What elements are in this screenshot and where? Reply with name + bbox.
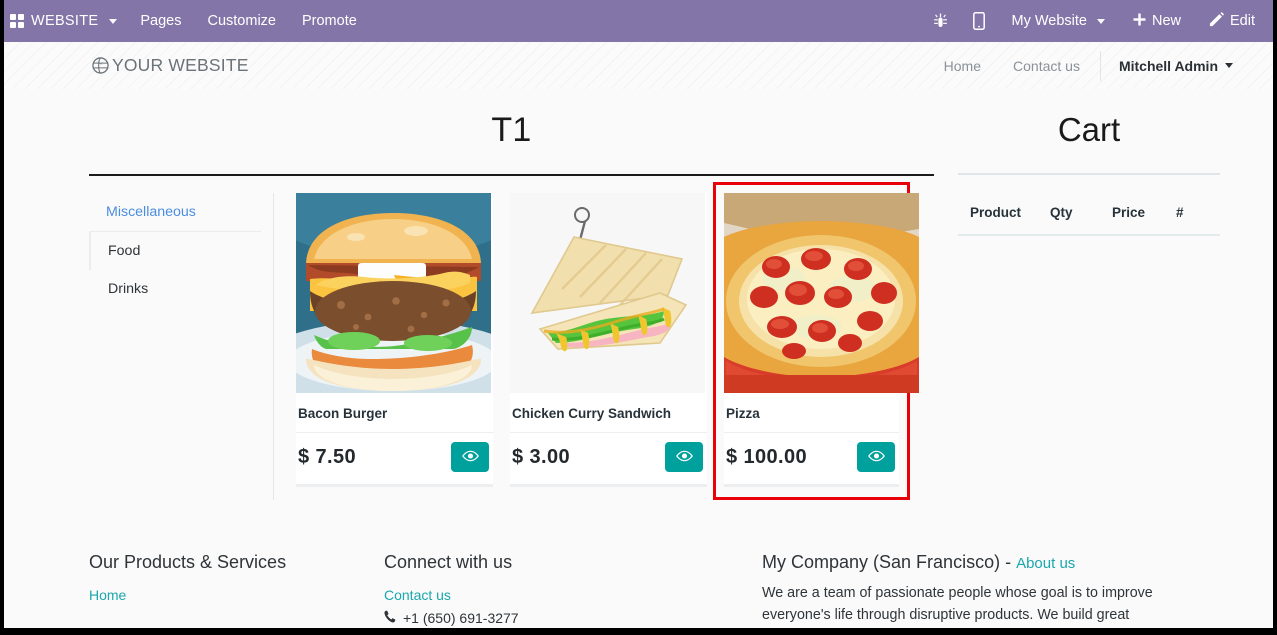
footer-heading: Our Products & Services bbox=[89, 552, 287, 572]
footer-heading-separator: - bbox=[1000, 552, 1017, 572]
plus-icon bbox=[1133, 13, 1146, 30]
menu-customize[interactable]: Customize bbox=[194, 0, 289, 42]
page-title: T1 bbox=[491, 111, 532, 149]
column-qty: Qty bbox=[1050, 205, 1073, 220]
footer-products-services: Our Products & Services Home bbox=[4, 552, 384, 628]
product-price: $ 3.00 bbox=[512, 445, 571, 468]
category-miscellaneous[interactable]: Miscellaneous bbox=[89, 193, 261, 231]
phone-icon bbox=[384, 610, 396, 626]
user-menu-label: Mitchell Admin bbox=[1118, 57, 1218, 74]
footer-company: My Company (San Francisco) - About us We… bbox=[762, 552, 1162, 628]
column-product: Product bbox=[970, 205, 1022, 220]
website-selector-label: My Website bbox=[1011, 13, 1087, 29]
product-card-selected[interactable]: Pizza $ 100.00 bbox=[713, 182, 919, 500]
column-price: Price bbox=[1112, 205, 1146, 220]
shop-content-row: Miscellaneous Food Drinks Bacon Burger $… bbox=[89, 176, 934, 500]
site-logo[interactable]: YOUR WEBSITE bbox=[92, 55, 249, 76]
category-label: Food bbox=[108, 243, 141, 259]
product-price: $ 100.00 bbox=[726, 445, 808, 468]
pencil-icon bbox=[1209, 11, 1224, 31]
chevron-down-icon bbox=[1096, 18, 1105, 24]
browser-viewport: WEBSITE Pages Customize Promote My Websi… bbox=[4, 0, 1273, 628]
quick-view-button[interactable] bbox=[665, 442, 703, 472]
footer-company-heading: My Company (San Francisco) - About us bbox=[762, 552, 1162, 583]
globe-icon bbox=[92, 57, 109, 74]
bug-icon[interactable] bbox=[922, 0, 960, 42]
bacon-burger-photo[interactable] bbox=[296, 193, 491, 393]
pepperoni-pizza-photo[interactable] bbox=[724, 193, 919, 393]
product-grid: Bacon Burger $ 7.50 Chicken Curry Sandwi… bbox=[274, 182, 934, 500]
category-label: Drinks bbox=[108, 281, 149, 297]
cart-table: Product Qty Price # bbox=[958, 175, 1220, 236]
odoo-editor-topbar: WEBSITE Pages Customize Promote My Websi… bbox=[4, 0, 1273, 42]
page-main: T1 Miscellaneous Food Drinks Bacon Burge… bbox=[4, 89, 1273, 500]
category-list: Miscellaneous Food Drinks bbox=[89, 193, 274, 500]
menu-pages[interactable]: Pages bbox=[127, 0, 194, 42]
menu-promote[interactable]: Promote bbox=[289, 0, 370, 42]
eye-icon bbox=[867, 450, 885, 465]
eye-icon bbox=[675, 450, 693, 465]
product-card[interactable]: Bacon Burger $ 7.50 bbox=[296, 193, 493, 500]
shop-column: T1 Miscellaneous Food Drinks Bacon Burge… bbox=[89, 89, 934, 500]
nav-divider bbox=[1099, 50, 1101, 81]
category-label: Miscellaneous bbox=[106, 204, 196, 220]
product-price-row: $ 7.50 bbox=[296, 433, 493, 484]
product-price-row: $ 3.00 bbox=[510, 433, 707, 484]
product-name: Chicken Curry Sandwich bbox=[510, 393, 707, 433]
website-app-menu[interactable]: WEBSITE bbox=[4, 0, 127, 42]
footer-paragraph-1: We are a team of passionate people whose… bbox=[762, 585, 1153, 623]
website-nav: Home Contact us Mitchell Admin bbox=[928, 50, 1243, 81]
footer-link-contact-us[interactable]: Contact us bbox=[384, 587, 762, 610]
footer-phone-text: +1 (650) 691-3277 bbox=[403, 610, 519, 626]
footer-link-about-us[interactable]: About us bbox=[1016, 555, 1075, 572]
apps-grid-icon bbox=[10, 14, 24, 28]
website-header: YOUR WEBSITE Home Contact us Mitchell Ad… bbox=[4, 42, 1273, 89]
product-name: Pizza bbox=[724, 393, 899, 433]
cart-table-header: Product Qty Price # bbox=[958, 192, 1220, 236]
footer-phone[interactable]: +1 (650) 691-3277 bbox=[384, 610, 762, 628]
sandwich-illustration[interactable] bbox=[510, 193, 705, 393]
footer-connect: Connect with us Contact us +1 (650) 691-… bbox=[384, 552, 762, 628]
quick-view-button[interactable] bbox=[451, 442, 489, 472]
mobile-preview-icon[interactable] bbox=[960, 0, 998, 42]
new-button-label: New bbox=[1151, 13, 1181, 29]
product-price-row: $ 100.00 bbox=[724, 433, 899, 484]
eye-icon bbox=[461, 450, 479, 465]
chevron-down-icon bbox=[109, 18, 118, 24]
footer-link-home[interactable]: Home bbox=[89, 587, 384, 610]
website-app-label: WEBSITE bbox=[31, 13, 99, 29]
column-number: # bbox=[1176, 205, 1184, 220]
site-footer: Our Products & Services Home Connect wit… bbox=[4, 524, 1273, 628]
cart-column: Cart Product Qty Price # bbox=[958, 89, 1220, 500]
cart-title: Cart bbox=[1057, 111, 1121, 148]
product-card[interactable]: Chicken Curry Sandwich $ 3.00 bbox=[510, 193, 707, 500]
product-name: Bacon Burger bbox=[296, 393, 493, 433]
footer-heading: Connect with us bbox=[384, 552, 513, 572]
nav-home[interactable]: Home bbox=[928, 58, 997, 74]
new-button[interactable]: New bbox=[1119, 0, 1195, 42]
user-menu[interactable]: Mitchell Admin bbox=[1105, 58, 1243, 74]
edit-button-label: Edit bbox=[1230, 13, 1255, 29]
website-selector[interactable]: My Website bbox=[998, 0, 1119, 42]
chevron-down-icon bbox=[1225, 63, 1233, 68]
product-price: $ 7.50 bbox=[298, 445, 357, 468]
site-logo-text: YOUR WEBSITE bbox=[112, 55, 249, 75]
edit-button[interactable]: Edit bbox=[1195, 0, 1269, 42]
topbar-right-group: My Website New Edit bbox=[922, 0, 1274, 42]
footer-company-name: My Company (San Francisco) bbox=[762, 552, 1001, 572]
category-drinks[interactable]: Drinks bbox=[89, 270, 261, 308]
nav-contact-us[interactable]: Contact us bbox=[997, 58, 1096, 74]
quick-view-button[interactable] bbox=[857, 442, 895, 472]
category-food[interactable]: Food bbox=[89, 231, 261, 270]
